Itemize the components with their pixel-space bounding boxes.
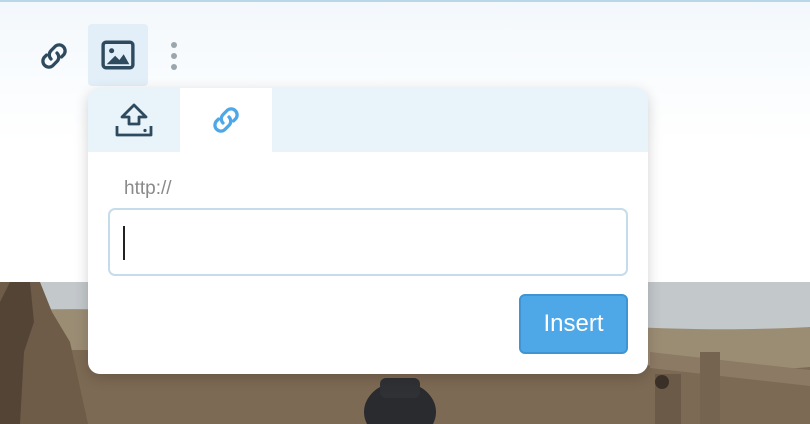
toolbar-link-button[interactable]: [26, 26, 82, 86]
insert-button[interactable]: Insert: [519, 294, 628, 354]
url-label: http://: [124, 178, 172, 199]
more-vertical-icon: [171, 42, 177, 70]
image-insert-popover: http:// Insert: [88, 88, 648, 374]
upload-icon: [115, 103, 153, 137]
url-input[interactable]: [108, 208, 628, 276]
tab-link[interactable]: [180, 88, 272, 152]
toolbar-more-button[interactable]: [160, 28, 188, 84]
popover-tabs: [88, 88, 648, 152]
text-caret: [123, 226, 125, 260]
link-icon: [41, 43, 67, 69]
link-icon: [213, 107, 239, 133]
image-icon: [101, 40, 135, 70]
editor-stage: http:// Insert: [0, 0, 810, 424]
tab-upload[interactable]: [88, 88, 180, 152]
toolbar-image-button[interactable]: [88, 24, 148, 86]
